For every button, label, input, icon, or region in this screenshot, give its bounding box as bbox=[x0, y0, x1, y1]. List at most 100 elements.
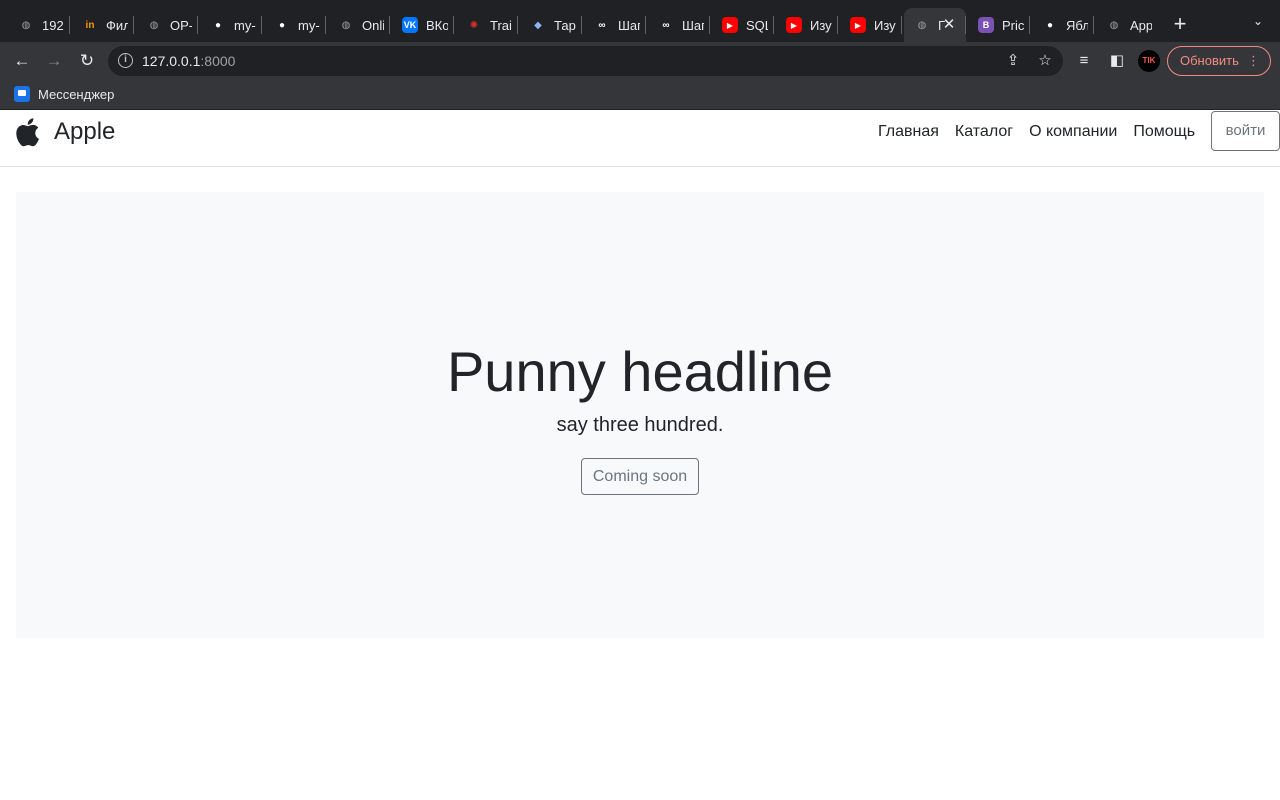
tab-title: my- bbox=[234, 17, 256, 33]
site-header: Apple Главная Каталог О компании Помощь … bbox=[0, 111, 1280, 167]
update-label: Обновить bbox=[1180, 53, 1239, 68]
link-icon: ∞ bbox=[662, 19, 670, 31]
browser-tab[interactable]: ◆ Тарі bbox=[520, 8, 576, 42]
nav-link-help[interactable]: Помощь bbox=[1133, 123, 1195, 141]
tab-title: Pric bbox=[1002, 17, 1024, 33]
reload-button[interactable]: ↻ bbox=[73, 47, 101, 75]
new-tab-button[interactable]: + bbox=[1168, 12, 1192, 36]
openai-icon: ✺ bbox=[469, 19, 479, 31]
tab-separator bbox=[133, 16, 134, 34]
update-button[interactable]: Обновить ⋮ bbox=[1167, 46, 1271, 76]
browser-toolbar: ← → ↻ i 127.0.0.1:8000 ⇪ ☆ ≡ ◧ TIK Обнов… bbox=[0, 42, 1280, 80]
site-info-icon[interactable]: i bbox=[118, 53, 133, 68]
tab-title: App bbox=[1130, 17, 1152, 33]
tab-separator bbox=[453, 16, 454, 34]
link-icon: ∞ bbox=[598, 19, 606, 31]
browser-tab[interactable]: ● my- bbox=[200, 8, 256, 42]
close-tab-icon[interactable]: ✕ bbox=[940, 16, 958, 34]
tab-separator bbox=[197, 16, 198, 34]
browser-tab[interactable]: ▶ SQL bbox=[712, 8, 768, 42]
url-host: 127.0.0.1 bbox=[142, 53, 201, 69]
browser-tab[interactable]: ◍ Г ✕ bbox=[904, 8, 966, 42]
globe-icon: ◍ bbox=[21, 19, 31, 31]
youtube-icon: ▶ bbox=[722, 17, 738, 33]
tab-title: Изу bbox=[810, 17, 832, 33]
browser-tab[interactable]: in Фил bbox=[72, 8, 128, 42]
tab-separator bbox=[389, 16, 390, 34]
globe-icon: ◍ bbox=[1109, 19, 1119, 31]
tab-separator bbox=[773, 16, 774, 34]
browser-tab[interactable]: ● Ябл bbox=[1032, 8, 1088, 42]
tab-separator bbox=[1093, 16, 1094, 34]
tab-separator bbox=[581, 16, 582, 34]
apple-logo-icon bbox=[16, 118, 39, 147]
profile-avatar[interactable]: TIK bbox=[1138, 50, 1160, 72]
side-panel-icon[interactable]: ◧ bbox=[1107, 51, 1127, 71]
coming-soon-button[interactable]: Coming soon bbox=[581, 458, 699, 495]
brand-link[interactable]: Apple bbox=[14, 117, 115, 147]
tab-title: Ябл bbox=[1066, 17, 1088, 33]
globe-icon: ◍ bbox=[341, 19, 351, 31]
reading-list-icon[interactable]: ≡ bbox=[1074, 51, 1094, 71]
messenger-icon bbox=[14, 86, 30, 102]
tab-title: ВКо bbox=[426, 17, 448, 33]
brand-name: Apple bbox=[54, 118, 116, 145]
menu-dots-icon[interactable]: ⋮ bbox=[1247, 47, 1260, 75]
tab-title: Шаг bbox=[618, 17, 640, 33]
tab-title: Изу bbox=[874, 17, 896, 33]
tab-separator bbox=[517, 16, 518, 34]
browser-tab[interactable]: ◍ OP- bbox=[136, 8, 192, 42]
tab-separator bbox=[645, 16, 646, 34]
address-bar[interactable]: i 127.0.0.1:8000 ⇪ ☆ bbox=[108, 46, 1063, 76]
nav-link-about[interactable]: О компании bbox=[1029, 123, 1117, 141]
browser-tab[interactable]: ✺ Trair bbox=[456, 8, 512, 42]
back-button[interactable]: ← bbox=[8, 47, 36, 75]
browser-tab[interactable]: ● my- bbox=[264, 8, 320, 42]
tab-search-button[interactable]: ⌄ bbox=[1246, 14, 1270, 34]
tab-separator bbox=[709, 16, 710, 34]
tab-strip: ◍ 192 in Фил ◍ OP- ● my- ● my- ◍ Onli VK ВКо ✺ Trair ◆ Та… bbox=[0, 0, 1280, 42]
login-button[interactable]: войти bbox=[1211, 111, 1280, 151]
github-icon: ● bbox=[214, 19, 222, 31]
in-logo-icon: in bbox=[85, 19, 95, 31]
youtube-icon: ▶ bbox=[850, 17, 866, 33]
browser-tab[interactable]: B Pric bbox=[968, 8, 1024, 42]
browser-tab[interactable]: ▶ Изу bbox=[776, 8, 832, 42]
browser-tab[interactable]: ◍ Onli bbox=[328, 8, 384, 42]
tab-title: Шаг bbox=[682, 17, 704, 33]
github-icon: ● bbox=[278, 19, 286, 31]
tab-separator bbox=[901, 16, 902, 34]
tab-title: Фил bbox=[106, 17, 128, 33]
tab-title: SQL bbox=[746, 17, 768, 33]
forward-button[interactable]: → bbox=[40, 47, 68, 75]
nav-link-home[interactable]: Главная bbox=[878, 123, 939, 141]
browser-tab[interactable]: VK ВКо bbox=[392, 8, 448, 42]
bookmarks-bar: Мессенджер bbox=[0, 80, 1280, 110]
browser-tab[interactable]: ◍ App bbox=[1096, 8, 1152, 42]
browser-tab[interactable]: ∞ Шаг bbox=[648, 8, 704, 42]
browser-tab[interactable]: ◍ 192 bbox=[8, 8, 64, 42]
tab-separator bbox=[965, 16, 966, 34]
url-port: :8000 bbox=[200, 53, 236, 69]
browser-tab[interactable]: ▶ Изу bbox=[840, 8, 896, 42]
vk-icon: VK bbox=[402, 17, 418, 33]
main-nav: Главная Каталог О компании Помощь bbox=[878, 123, 1195, 141]
tab-title: OP- bbox=[170, 17, 192, 33]
youtube-icon: ▶ bbox=[786, 17, 802, 33]
bootstrap-icon: B bbox=[978, 17, 994, 33]
shield-icon: ◆ bbox=[534, 19, 542, 31]
tab-separator bbox=[69, 16, 70, 34]
tab-separator bbox=[261, 16, 262, 34]
tab-title: Trair bbox=[490, 17, 512, 33]
address-url[interactable]: 127.0.0.1:8000 bbox=[142, 53, 235, 69]
tab-title: 192 bbox=[42, 17, 64, 33]
bookmark-messenger[interactable]: Мессенджер bbox=[14, 86, 114, 102]
nav-link-catalog[interactable]: Каталог bbox=[955, 123, 1013, 141]
bookmark-star-icon[interactable]: ☆ bbox=[1035, 51, 1055, 71]
hero-section: Punny headline say three hundred. Coming… bbox=[16, 192, 1264, 638]
tab-title: my- bbox=[298, 17, 320, 33]
tab-title: Onli bbox=[362, 17, 384, 33]
tab-separator bbox=[325, 16, 326, 34]
share-icon[interactable]: ⇪ bbox=[1003, 51, 1023, 71]
browser-tab[interactable]: ∞ Шаг bbox=[584, 8, 640, 42]
